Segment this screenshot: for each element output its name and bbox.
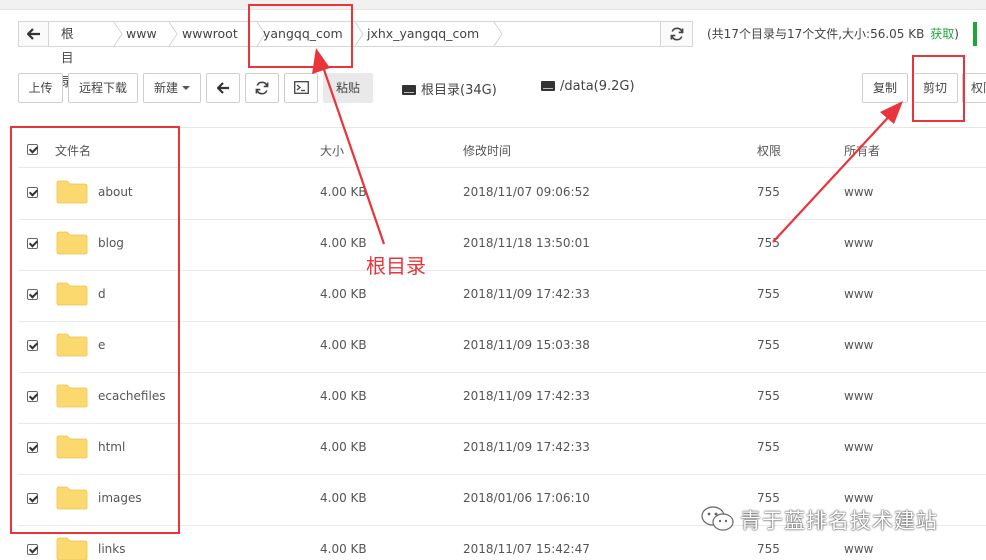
file-manager: 根目录 www wwwroot yangqq_com jxhx_yangqq_c… <box>0 0 986 560</box>
annotation-arrows <box>312 48 903 245</box>
arrow-to-cut <box>772 109 896 243</box>
arrow-head-path <box>312 48 330 74</box>
arrow-to-path <box>318 57 386 245</box>
watermark-text: 青于蓝排名技术建站 <box>740 509 938 533</box>
arrow-head-cut <box>880 101 903 124</box>
wechat-icon <box>701 506 734 531</box>
